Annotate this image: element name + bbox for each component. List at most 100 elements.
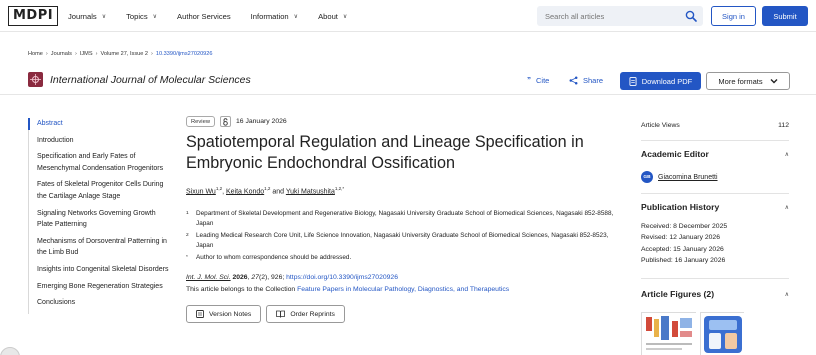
academic-editor-heading: Academic Editor: [641, 149, 709, 159]
avatar: GB: [641, 171, 653, 183]
toc-item-insights[interactable]: Insights into Congenital Skeletal Disord…: [29, 264, 173, 276]
journal-bar: International Journal of Molecular Scien…: [0, 69, 816, 95]
breadcrumb: Home › Journals › IJMS › Volume 27, Issue 2…: [28, 51, 213, 57]
chevron-up-icon: ∧: [784, 151, 789, 158]
more-formats-dropdown[interactable]: More formats: [706, 72, 790, 90]
affiliation: * Author to whom correspondence should b…: [186, 253, 626, 263]
article-type-badge: Review: [186, 116, 216, 127]
citation-volume: 27: [251, 274, 259, 281]
order-reprints-label: Order Reprints: [290, 310, 335, 318]
chevron-right-icon: ›: [74, 51, 77, 57]
nav-information-label: Information: [250, 11, 289, 21]
affiliation-number: 1: [186, 211, 189, 216]
toc-item-fates[interactable]: Fates of Skeletal Progenitor Cells Durin…: [29, 179, 173, 202]
toc-item-introduction[interactable]: Introduction: [29, 135, 173, 147]
publication-history-header[interactable]: Publication History ∧: [641, 202, 789, 212]
chevron-up-icon: ∧: [784, 204, 789, 211]
nav-information[interactable]: Information ∨: [251, 12, 298, 21]
nav-topics-label: Topics: [126, 11, 148, 21]
chevron-right-icon: ›: [95, 51, 98, 57]
publication-history-heading: Publication History: [641, 202, 720, 212]
order-reprints-button[interactable]: Order Reprints: [266, 305, 345, 323]
chevron-right-icon: ›: [45, 51, 48, 57]
breadcrumb-volume[interactable]: Volume 27, Issue 2: [100, 51, 148, 57]
citation-journal[interactable]: Int. J. Mol. Sci.: [186, 274, 231, 281]
notes-icon: [196, 310, 204, 318]
chevron-down-icon: ∨: [342, 13, 348, 20]
document-icon: [629, 76, 637, 86]
history-received: Received: 8 December 2025: [641, 223, 728, 230]
author-link[interactable]: Sixun Wu: [186, 188, 216, 195]
table-of-contents: Abstract Introduction Specification and …: [28, 118, 173, 314]
sign-in-button[interactable]: Sign in: [711, 6, 756, 26]
toc-item-mechanisms[interactable]: Mechanisms of Dorsoventral Patterning in…: [29, 236, 173, 259]
nav-topics[interactable]: Topics ∨: [126, 12, 157, 21]
cite-button[interactable]: ” Cite: [527, 76, 549, 85]
journal-logo[interactable]: [28, 72, 43, 87]
affiliation: 2 Leading Medical Research Core Unit, Li…: [186, 231, 626, 250]
floating-action-circle[interactable]: [0, 347, 20, 355]
breadcrumb-home[interactable]: Home: [28, 51, 43, 57]
top-navigation: MDPI Journals ∨ Topics ∨ Author Services I…: [0, 0, 816, 32]
figure-thumbnail-image: [701, 313, 745, 355]
download-pdf-button[interactable]: Download PDF: [620, 72, 701, 90]
editor-name-link[interactable]: Giacomina Brunetti: [658, 174, 718, 181]
version-notes-label: Version Notes: [209, 310, 252, 318]
search-icon[interactable]: [685, 10, 697, 22]
nav-journals[interactable]: Journals ∨: [68, 12, 106, 21]
book-icon: [276, 310, 286, 318]
author-separator: and: [270, 188, 286, 196]
more-formats-label: More formats: [718, 76, 763, 86]
chevron-down-icon: ∨: [101, 13, 107, 20]
academic-editor: GB Giacomina Brunetti: [641, 171, 789, 183]
collection-link[interactable]: Feature Papers in Molecular Pathology, D…: [297, 286, 509, 293]
nav-about[interactable]: About ∨: [318, 12, 347, 21]
citation-line: Int. J. Mol. Sci. 2026, 27(2), 926; http…: [186, 274, 398, 281]
toc-item-signaling[interactable]: Signaling Networks Governing Growth Plat…: [29, 208, 173, 231]
journal-title[interactable]: International Journal of Molecular Scien…: [50, 74, 251, 86]
author-list: Sixun Wu1,2, Keita Kondo1,2 and Yuki Mat…: [186, 186, 344, 195]
open-access-icon: [220, 116, 232, 127]
share-button[interactable]: Share: [569, 76, 603, 85]
article-meta: Review 16 January 2026: [186, 116, 287, 127]
article-figures-header[interactable]: Article Figures (2) ∧: [641, 289, 789, 299]
chevron-right-icon: ›: [151, 51, 153, 57]
search-input[interactable]: [545, 6, 685, 26]
chevron-down-icon: ∨: [293, 13, 299, 20]
figure-thumbnail[interactable]: [700, 312, 745, 355]
citation-year: 2026: [232, 274, 248, 281]
figure-thumbnail[interactable]: [641, 312, 697, 355]
article-title: Spatiotemporal Regulation and Lineage Sp…: [186, 133, 584, 172]
nav-journals-label: Journals: [68, 11, 97, 21]
citation-doi-link[interactable]: https://doi.org/10.3390/ijms27020926: [286, 274, 398, 281]
author-link[interactable]: Keita Kondo: [226, 188, 264, 195]
share-icon: [569, 76, 578, 85]
submit-button[interactable]: Submit: [762, 6, 808, 26]
affiliation-number: *: [186, 255, 188, 260]
chevron-down-icon: ∨: [152, 13, 158, 20]
breadcrumb-ijms[interactable]: IJMS: [80, 51, 93, 57]
chevron-down-icon: [770, 79, 778, 84]
affiliation-text: Leading Medical Research Core Unit, Life…: [196, 232, 609, 249]
affiliation-text: Department of Skeletal Development and R…: [196, 210, 614, 227]
toc-item-specification[interactable]: Specification and Early Fates of Mesench…: [29, 151, 173, 174]
version-notes-button[interactable]: Version Notes: [186, 305, 262, 323]
cite-label: Cite: [536, 76, 550, 85]
article-actions: Version Notes Order Reprints: [186, 305, 345, 323]
author-link[interactable]: Yuki Matsushita: [286, 188, 335, 195]
history-published: Published: 16 January 2026: [641, 257, 726, 265]
academic-editor-header[interactable]: Academic Editor ∧: [641, 149, 789, 159]
breadcrumb-journals[interactable]: Journals: [51, 51, 72, 57]
nav-author-services[interactable]: Author Services: [177, 12, 231, 21]
publication-history-list: Received: 8 December 2025 Revised: 12 Ja…: [641, 221, 789, 267]
divider: [641, 278, 789, 279]
toc-item-conclusions[interactable]: Conclusions: [29, 297, 173, 309]
citation-issue: (2), 926;: [258, 274, 287, 281]
mdpi-logo-text: MDPI: [8, 6, 59, 26]
mdpi-logo[interactable]: MDPI: [8, 5, 59, 27]
toc-item-regeneration[interactable]: Emerging Bone Regeneration Strategies: [29, 281, 173, 293]
toc-item-abstract[interactable]: Abstract: [28, 118, 173, 130]
chevron-up-icon: ∧: [784, 291, 789, 298]
nav-author-services-label: Author Services: [177, 11, 231, 21]
article-views-count: 112: [778, 122, 789, 129]
